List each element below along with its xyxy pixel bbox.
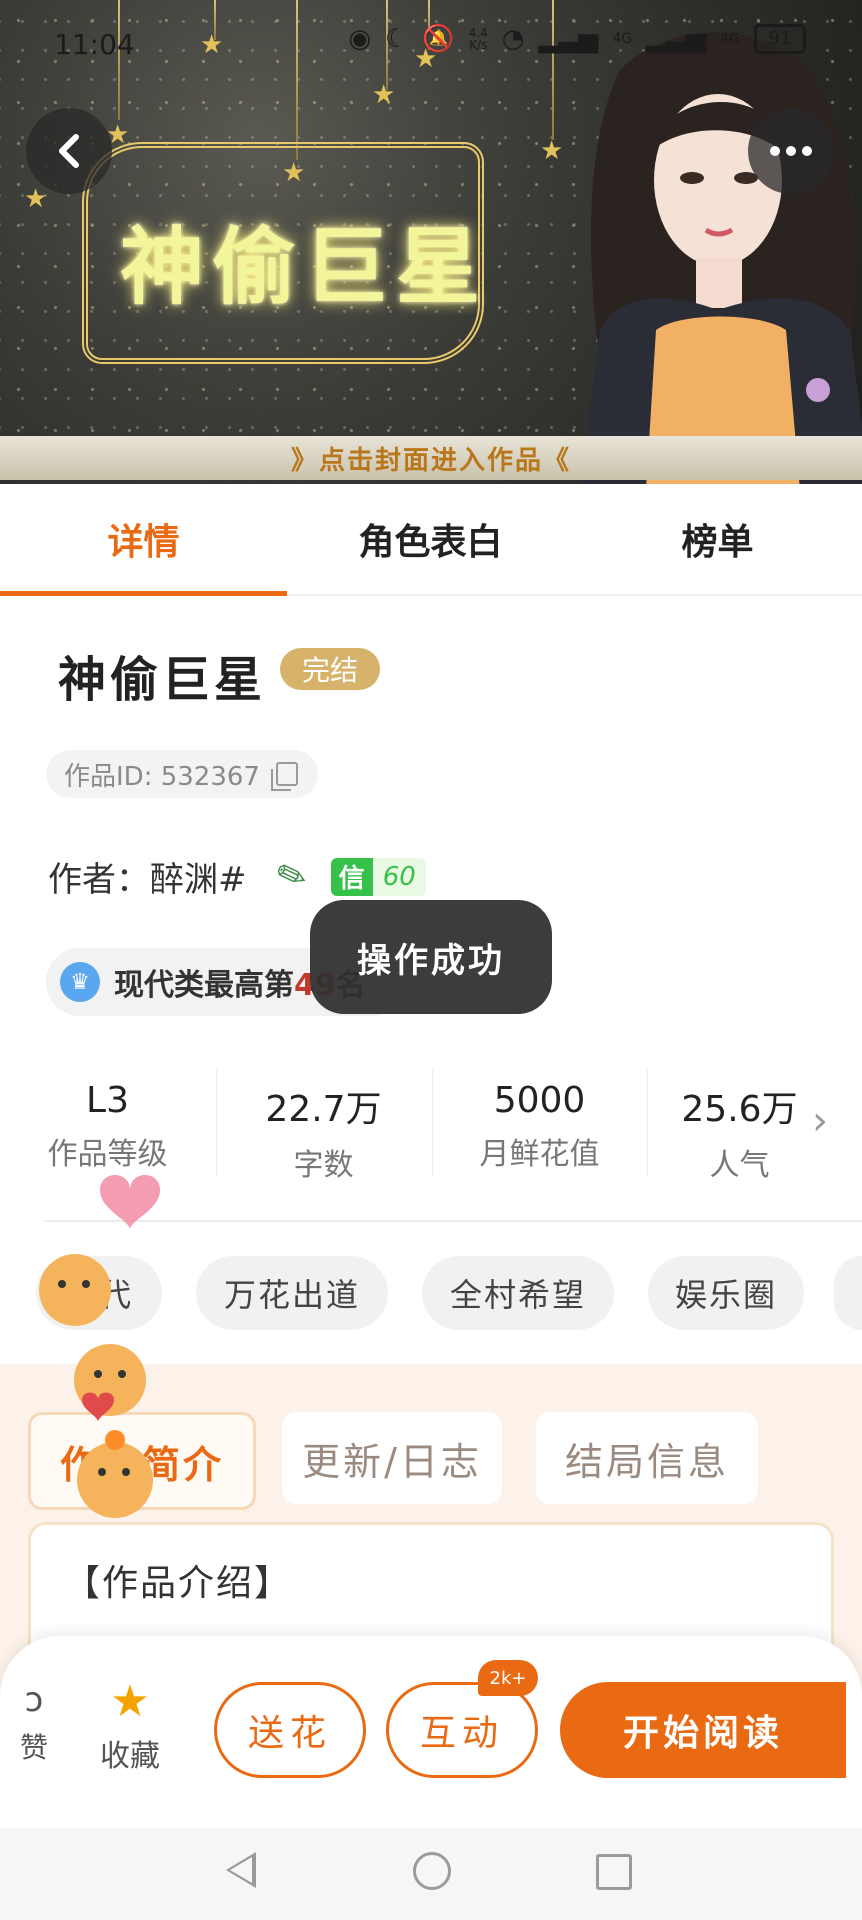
network-type-2: 4G [720, 31, 740, 47]
start-reading-button[interactable]: 开始阅读 [560, 1682, 846, 1778]
tab-update-log[interactable]: 更新/日志 [282, 1412, 502, 1504]
nav-recents-icon[interactable] [596, 1854, 632, 1890]
detail-tab-bar: 详情 角色表白 榜单 [0, 484, 862, 596]
network-speed-unit: K/s [469, 38, 488, 52]
nav-home-icon[interactable] [413, 1852, 451, 1890]
rank-badge-icon: ♛ [60, 962, 100, 1002]
interact-button[interactable]: 互动 [386, 1682, 538, 1778]
author-name[interactable]: 作者：醉渊# [48, 852, 247, 901]
more-dots-icon [770, 146, 812, 156]
tag-chip[interactable]: 全村希望 [422, 1256, 614, 1330]
network-type-1: 4G [612, 31, 633, 47]
tab-rankings[interactable]: 榜单 [574, 484, 861, 594]
mascot-sticker-illustration [39, 1175, 160, 1518]
credit-badge[interactable]: 信 60 [330, 857, 426, 896]
tag-chip[interactable]: 娱乐圈 [648, 1256, 804, 1330]
stat-label: 人气 [709, 1148, 770, 1183]
favorite-label: 收藏 [100, 1739, 160, 1774]
thumb-up-icon: ɔ [24, 1680, 44, 1720]
signal-icon: ▂▃▅ [538, 24, 599, 54]
stat-label: 月鲜花值 [479, 1137, 600, 1172]
chevron-left-icon [59, 134, 79, 168]
cover-banner[interactable]: ★ ★ ★ ★ ★ ★ ★ 神偷巨星 11:04 ◉ ☾ 🔕 4.4 K/s ◔… [0, 0, 862, 484]
tag-chip-overflow[interactable] [834, 1256, 862, 1330]
send-flower-button[interactable]: 送花 [214, 1682, 366, 1778]
cover-character-illustration [580, 32, 862, 484]
credit-badge-key: 信 [330, 857, 373, 896]
toast-message: 操作成功 [310, 900, 552, 1014]
chevron-right-icon[interactable]: › [812, 1098, 828, 1144]
intro-heading: 【作品介绍】 [64, 1563, 293, 1604]
tab-character-confession[interactable]: 角色表白 [287, 484, 574, 594]
moon-icon: ☾ [385, 24, 409, 54]
nav-back-icon[interactable] [226, 1852, 256, 1888]
active-tab-indicator [0, 591, 287, 596]
tag-chip[interactable]: 万花出道 [196, 1256, 388, 1330]
network-speed: 4.4 K/s [469, 27, 488, 51]
like-label: 赞 [19, 1731, 48, 1764]
interact-count-badge: 2k+ [478, 1660, 538, 1696]
status-bar: 11:04 ◉ ☾ 🔕 4.4 K/s ◔ ▂▃▅ 4G ▂▃▅ 4G 91 [0, 0, 862, 90]
rank-prefix: 现代类最高第 [114, 968, 294, 1003]
back-button[interactable] [26, 108, 112, 194]
status-badge: 完结 [280, 648, 380, 690]
cover-title: 神偷巨星 [120, 217, 489, 316]
stat-value: 22.7万 [265, 1089, 382, 1130]
mute-bell-icon: 🔕 [422, 24, 455, 54]
star-decoration-icon: ★ [24, 184, 48, 214]
tab-details[interactable]: 详情 [0, 484, 287, 594]
like-button[interactable]: ɔ 赞 [14, 1680, 54, 1766]
favorite-button[interactable]: ★ 收藏 [88, 1676, 172, 1775]
eye-comfort-icon: ◉ [348, 24, 371, 54]
stat-value: 5000 [493, 1080, 586, 1121]
stat-label: 字数 [293, 1148, 354, 1183]
battery-indicator: 91 [754, 24, 806, 54]
enter-work-banner[interactable]: 》点击封面进入作品《 [0, 436, 862, 480]
signal-icon-2: ▂▃▅ [646, 24, 707, 54]
stat-monthly-flowers: 5000 月鲜花值 [432, 1062, 647, 1182]
copy-icon[interactable] [270, 762, 298, 791]
more-button[interactable] [748, 108, 834, 194]
work-id-text: 作品ID: 532367 [64, 761, 260, 792]
credit-badge-value: 60 [372, 857, 426, 896]
tab-ending-info[interactable]: 结局信息 [536, 1412, 758, 1504]
stat-word-count: 22.7万 字数 [216, 1062, 431, 1183]
work-id-pill[interactable]: 作品ID: 532367 [46, 750, 318, 798]
pencil-icon: ✎ [270, 852, 313, 901]
work-title: 神偷巨星 [58, 652, 267, 708]
stat-value: L3 [86, 1080, 129, 1121]
star-icon: ★ [110, 1676, 150, 1727]
wifi-icon: ◔ [501, 24, 525, 54]
status-icons: ◉ ☾ 🔕 4.4 K/s ◔ ▂▃▅ 4G ▂▃▅ 4G 91 [348, 24, 806, 54]
status-time: 11:04 [54, 28, 135, 61]
author-row: 作者：醉渊# ✎ 信 60 [48, 852, 426, 901]
